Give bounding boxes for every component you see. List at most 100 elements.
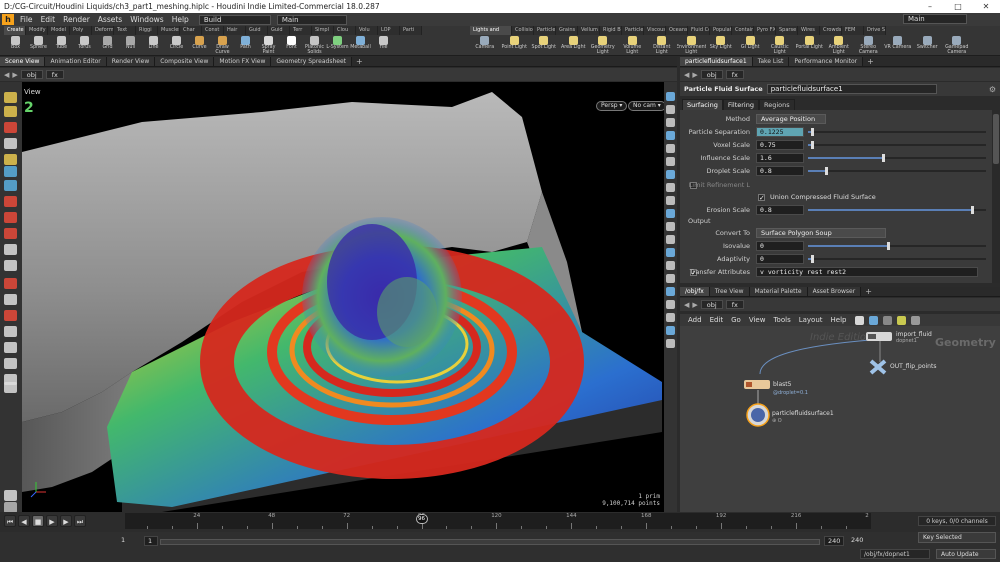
shelf-right-tab-6[interactable]: Particle Fl: [622, 26, 644, 35]
ruler-icon[interactable]: [4, 382, 17, 393]
wireframe-icon[interactable]: [666, 92, 675, 101]
shelf-left-tab-9[interactable]: Const: [202, 26, 224, 35]
layout-icon[interactable]: [883, 315, 893, 325]
shelf-gi-light-button[interactable]: GI Light: [736, 35, 766, 56]
minimize-button[interactable]: –: [916, 2, 944, 11]
net-menu-add[interactable]: Add: [684, 316, 706, 324]
particle-separation-slider[interactable]: [808, 128, 986, 136]
droplet-scale-field[interactable]: 0.8: [756, 166, 804, 176]
point-snap-icon[interactable]: [4, 196, 17, 207]
net-menu-go[interactable]: Go: [727, 316, 745, 324]
shelf-portal-light-button[interactable]: Portal Light: [795, 35, 825, 56]
menu-file[interactable]: File: [16, 15, 37, 24]
shelf-l-system-button[interactable]: L-System: [326, 35, 349, 56]
shelf-right-tab-8[interactable]: Oceans: [666, 26, 688, 35]
shelf-left-tab-17[interactable]: LOP: [378, 26, 400, 35]
render-region-icon[interactable]: [4, 166, 17, 177]
snapshot-icon[interactable]: [4, 180, 17, 191]
net-back-arrow-icon[interactable]: ◀: [684, 301, 689, 309]
viewer-tab-motion-fx-view[interactable]: Motion FX View: [214, 57, 272, 66]
isovalue-field[interactable]: 0: [756, 241, 804, 251]
menu-help[interactable]: Help: [168, 15, 193, 24]
jump-end-icon[interactable]: ⏭: [74, 515, 86, 527]
auto-update-menu[interactable]: Auto Update: [936, 549, 996, 559]
path-crumb-fx[interactable]: fx: [45, 70, 64, 79]
uv-display-icon[interactable]: [666, 157, 675, 166]
param-tab-particlefluidsurface1[interactable]: particlefluidsurface1: [680, 57, 753, 66]
net-crumb-obj[interactable]: obj: [700, 300, 723, 309]
shelf-right-tab-1[interactable]: Collisions: [512, 26, 534, 35]
shelf-left-tab-13[interactable]: Terr: [290, 26, 312, 35]
wrench-icon[interactable]: [855, 315, 865, 325]
info-icon[interactable]: [4, 490, 17, 501]
shelf-left-tab-3[interactable]: Poly: [70, 26, 92, 35]
jump-start-icon[interactable]: ⏮: [4, 515, 16, 527]
visibility-icon[interactable]: [666, 196, 675, 205]
coordinate-icon[interactable]: [666, 287, 675, 296]
build-desktop-select[interactable]: Build: [198, 14, 271, 25]
shelf-left-tab-0[interactable]: Create: [4, 26, 26, 35]
net-menu-edit[interactable]: Edit: [706, 316, 728, 324]
shelf-path-button[interactable]: Path: [234, 35, 257, 56]
shelf-left-tab-10[interactable]: Hair: [224, 26, 246, 35]
note-icon[interactable]: [897, 315, 907, 325]
forward-arrow-icon[interactable]: ▶: [12, 71, 17, 79]
particle-separation-field[interactable]: 0.1225: [756, 127, 804, 137]
adaptivity-field[interactable]: 0: [756, 254, 804, 264]
shelf-sky-light-button[interactable]: Sky Light: [706, 35, 736, 56]
net-forward-arrow-icon[interactable]: ▶: [692, 301, 697, 309]
shelf-null-button[interactable]: Null: [119, 35, 142, 56]
network-tab-obj-fx[interactable]: /obj/fx: [680, 287, 710, 296]
shelf-caustic-light-button[interactable]: Caustic Light: [765, 35, 795, 56]
param-crumb-fx[interactable]: fx: [725, 70, 744, 79]
network-tab-material-palette[interactable]: Material Palette: [749, 287, 808, 296]
net-menu-tools[interactable]: Tools: [769, 316, 794, 324]
camera-icon[interactable]: [666, 248, 675, 257]
camera-menu[interactable]: No cam ▾: [628, 101, 666, 111]
network-box-icon[interactable]: [911, 315, 921, 325]
param-tab-take-list[interactable]: Take List: [752, 57, 790, 66]
shelf-right-tab-14[interactable]: Wires: [798, 26, 820, 35]
viewer-tab-scene-view[interactable]: Scene View: [0, 57, 46, 66]
timeline-ruler[interactable]: 24487296120144168192216296: [125, 513, 871, 529]
viewer-add-tab-icon[interactable]: +: [352, 57, 367, 66]
shelf-left-tab-18[interactable]: Parti: [400, 26, 422, 35]
out-null-node[interactable]: [869, 359, 887, 375]
shelf-right-tab-9[interactable]: Fluid Con: [688, 26, 710, 35]
network-editor[interactable]: Indie Edition Geometry import_fluid dopn…: [680, 326, 1000, 512]
param-add-tab-icon[interactable]: +: [863, 57, 878, 66]
lighting-icon[interactable]: [666, 118, 675, 127]
convert-to-dropdown[interactable]: Surface Polygon Soup: [756, 228, 886, 238]
shelf-distant-light-button[interactable]: Distant Light: [647, 35, 677, 56]
pin-icon[interactable]: [4, 260, 17, 271]
shelf-camera-button[interactable]: Camera: [470, 35, 500, 56]
shelf-grid-button[interactable]: Grid: [96, 35, 119, 56]
tab-filtering[interactable]: Filtering: [722, 99, 759, 110]
stop-icon[interactable]: ■: [32, 515, 44, 527]
houdini-logo-icon[interactable]: h: [2, 14, 14, 25]
shelf-left-tab-16[interactable]: Volu: [356, 26, 378, 35]
shelf-right-tab-7[interactable]: Viscous Fl: [644, 26, 666, 35]
template-icon[interactable]: [666, 183, 675, 192]
orient-icon[interactable]: [4, 358, 17, 369]
shelf-font-button[interactable]: Font: [280, 35, 303, 56]
shelf-stereo-camera-button[interactable]: Stereo Camera: [854, 35, 884, 56]
sculpt-icon[interactable]: [4, 310, 17, 321]
shelf-right-tab-0[interactable]: Lights and: [470, 26, 512, 35]
ghost-icon[interactable]: [666, 170, 675, 179]
shaded-icon[interactable]: [666, 105, 675, 114]
isovalue-slider[interactable]: [808, 242, 986, 250]
shelf-vr-camera-button[interactable]: VR Camera: [883, 35, 913, 56]
network-tab-tree-view[interactable]: Tree View: [709, 287, 750, 296]
grid-display-icon[interactable]: [666, 235, 675, 244]
shelf-right-tab-5[interactable]: Rigid Bodies: [600, 26, 622, 35]
start-frame-field[interactable]: 1: [144, 536, 158, 546]
view-tool-icon[interactable]: [4, 138, 17, 149]
shelf-environment-light-button[interactable]: Environment Light: [677, 35, 706, 56]
shelf-right-tab-3[interactable]: Grains: [556, 26, 578, 35]
safe-area-icon[interactable]: [666, 261, 675, 270]
viewer-tab-render-view[interactable]: Render View: [106, 57, 156, 66]
step-forward-icon[interactable]: ▶: [60, 515, 72, 527]
influence-scale-slider[interactable]: [808, 154, 986, 162]
menu-render[interactable]: Render: [59, 15, 94, 24]
